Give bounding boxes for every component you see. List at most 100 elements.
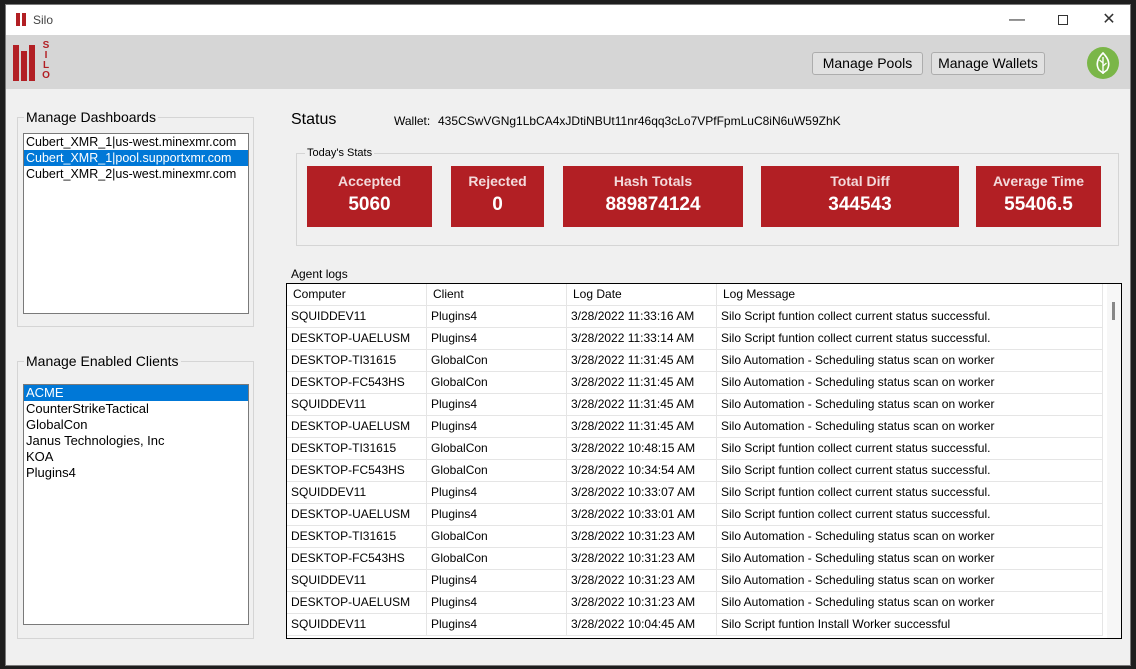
grid-scrollbar[interactable] bbox=[1107, 284, 1121, 638]
cell-log-date: 3/28/2022 11:33:16 AM bbox=[567, 306, 717, 328]
cell-client: Plugins4 bbox=[427, 416, 567, 438]
cell-client: Plugins4 bbox=[427, 570, 567, 592]
agent-logs-label: Agent logs bbox=[291, 267, 348, 281]
hash-totals-stat: Hash Totals 889874124 bbox=[563, 166, 743, 227]
table-row[interactable]: DESKTOP-TI31615 GlobalCon 3/28/2022 10:31:… bbox=[287, 526, 1107, 548]
cell-log-message: Silo Automation - Scheduling status scan… bbox=[717, 394, 1103, 416]
column-header-log-message[interactable]: Log Message bbox=[717, 284, 1103, 306]
todays-stats-label: Today's Stats bbox=[305, 147, 375, 159]
client-list-item[interactable]: Janus Technologies, Inc bbox=[24, 433, 248, 449]
average-time-stat: Average Time 55406.5 bbox=[976, 166, 1101, 227]
column-header-computer[interactable]: Computer bbox=[287, 284, 427, 306]
table-row[interactable]: SQUIDDEV11 Plugins4 3/28/2022 11:31:45 AM S… bbox=[287, 394, 1107, 416]
close-icon: ✕ bbox=[1102, 11, 1116, 28]
table-row[interactable]: SQUIDDEV11 Plugins4 3/28/2022 11:33:16 AM S… bbox=[287, 306, 1107, 328]
accepted-stat: Accepted 5060 bbox=[307, 166, 432, 227]
table-row[interactable]: DESKTOP-FC543HS GlobalCon 3/28/2022 10:31:… bbox=[287, 548, 1107, 570]
maximize-icon bbox=[1058, 14, 1068, 25]
dashboard-list-item[interactable]: Cubert_XMR_2|us-west.minexmr.com bbox=[24, 166, 248, 182]
accepted-value: 5060 bbox=[348, 194, 391, 215]
table-row[interactable]: DESKTOP-UAELUSM Plugins4 3/28/2022 10:31:2… bbox=[287, 592, 1107, 614]
grid-header: Computer Client Log Date Log Message bbox=[287, 284, 1121, 306]
agent-logs-grid[interactable]: Computer Client Log Date Log Message SQU… bbox=[286, 283, 1122, 639]
maximize-button[interactable] bbox=[1040, 5, 1086, 35]
cell-log-message: Silo Automation - Scheduling status scan… bbox=[717, 548, 1103, 570]
cell-log-message: Silo Automation - Scheduling status scan… bbox=[717, 592, 1103, 614]
cell-computer: DESKTOP-UAELUSM bbox=[287, 416, 427, 438]
scrollbar-thumb[interactable] bbox=[1112, 302, 1115, 320]
table-row[interactable]: DESKTOP-UAELUSM Plugins4 3/28/2022 11:31:4… bbox=[287, 416, 1107, 438]
clients-list[interactable]: ACME CounterStrikeTactical GlobalCon Janus … bbox=[23, 384, 249, 625]
cell-log-date: 3/28/2022 10:34:54 AM bbox=[567, 460, 717, 482]
cell-computer: DESKTOP-TI31615 bbox=[287, 350, 427, 372]
cell-log-message: Silo Automation - Scheduling status scan… bbox=[717, 570, 1103, 592]
cell-client: GlobalCon bbox=[427, 548, 567, 570]
cell-log-message: Silo Script funtion collect current stat… bbox=[717, 460, 1103, 482]
total-diff-label: Total Diff bbox=[830, 173, 890, 189]
column-header-client[interactable]: Client bbox=[427, 284, 567, 306]
cell-client: GlobalCon bbox=[427, 438, 567, 460]
cell-log-date: 3/28/2022 10:48:15 AM bbox=[567, 438, 717, 460]
cell-log-message: Silo Script funtion collect current stat… bbox=[717, 504, 1103, 526]
cell-computer: DESKTOP-UAELUSM bbox=[287, 592, 427, 614]
cell-log-message: Silo Script funtion Install Worker succe… bbox=[717, 614, 1103, 636]
leaf-icon[interactable] bbox=[1087, 47, 1119, 79]
manage-wallets-button[interactable]: Manage Wallets bbox=[931, 52, 1045, 75]
close-button[interactable]: ✕ bbox=[1086, 5, 1130, 35]
total-diff-stat: Total Diff 344543 bbox=[761, 166, 959, 227]
average-time-value: 55406.5 bbox=[1004, 194, 1073, 215]
dashboard-list-item[interactable]: Cubert_XMR_1|pool.supportxmr.com bbox=[24, 150, 248, 166]
cell-log-message: Silo Automation - Scheduling status scan… bbox=[717, 526, 1103, 548]
cell-log-message: Silo Automation - Scheduling status scan… bbox=[717, 416, 1103, 438]
status-title: Status bbox=[291, 111, 337, 128]
cell-client: GlobalCon bbox=[427, 372, 567, 394]
dashboard-list-item[interactable]: Cubert_XMR_1|us-west.minexmr.com bbox=[24, 134, 248, 150]
logo-text: SILO bbox=[42, 40, 50, 81]
client-list-item[interactable]: CounterStrikeTactical bbox=[24, 401, 248, 417]
minimize-button[interactable]: — bbox=[994, 5, 1040, 35]
manage-pools-button[interactable]: Manage Pools bbox=[812, 52, 923, 75]
table-row[interactable]: DESKTOP-UAELUSM Plugins4 3/28/2022 10:33:0… bbox=[287, 504, 1107, 526]
cell-computer: DESKTOP-UAELUSM bbox=[287, 328, 427, 350]
client-list-item[interactable]: KOA bbox=[24, 449, 248, 465]
silo-app-icon bbox=[16, 13, 26, 26]
client-list-item[interactable]: Plugins4 bbox=[24, 465, 248, 481]
rejected-label: Rejected bbox=[468, 173, 527, 189]
cell-log-message: Silo Script funtion collect current stat… bbox=[717, 482, 1103, 504]
column-header-log-date[interactable]: Log Date bbox=[567, 284, 717, 306]
table-row[interactable]: DESKTOP-UAELUSM Plugins4 3/28/2022 11:33:1… bbox=[287, 328, 1107, 350]
cell-log-date: 3/28/2022 11:31:45 AM bbox=[567, 394, 717, 416]
average-time-label: Average Time bbox=[992, 173, 1085, 189]
cell-log-date: 3/28/2022 11:31:45 AM bbox=[567, 372, 717, 394]
cell-log-date: 3/28/2022 11:31:45 AM bbox=[567, 350, 717, 372]
cell-client: Plugins4 bbox=[427, 306, 567, 328]
cell-computer: SQUIDDEV11 bbox=[287, 570, 427, 592]
title-bar: Silo — ✕ bbox=[6, 5, 1130, 35]
cell-client: Plugins4 bbox=[427, 482, 567, 504]
cell-client: GlobalCon bbox=[427, 460, 567, 482]
todays-stats-group: Today's Stats Accepted 5060 Rejected 0 H… bbox=[296, 147, 1119, 246]
table-row[interactable]: DESKTOP-FC543HS GlobalCon 3/28/2022 10:34:… bbox=[287, 460, 1107, 482]
window-title: Silo bbox=[33, 13, 54, 27]
dashboards-group-label: Manage Dashboards bbox=[24, 109, 158, 125]
cell-computer: DESKTOP-FC543HS bbox=[287, 548, 427, 570]
rejected-stat: Rejected 0 bbox=[451, 166, 544, 227]
cell-computer: SQUIDDEV11 bbox=[287, 482, 427, 504]
table-row[interactable]: DESKTOP-FC543HS GlobalCon 3/28/2022 11:31:… bbox=[287, 372, 1107, 394]
cell-log-date: 3/28/2022 10:33:07 AM bbox=[567, 482, 717, 504]
dashboards-list[interactable]: Cubert_XMR_1|us-west.minexmr.com Cubert_X… bbox=[23, 133, 249, 314]
table-row[interactable]: DESKTOP-TI31615 GlobalCon 3/28/2022 11:31:… bbox=[287, 350, 1107, 372]
client-list-item[interactable]: ACME bbox=[24, 385, 248, 401]
cell-computer: SQUIDDEV11 bbox=[287, 306, 427, 328]
cell-log-date: 3/28/2022 10:31:23 AM bbox=[567, 526, 717, 548]
cell-computer: SQUIDDEV11 bbox=[287, 614, 427, 636]
cell-log-date: 3/28/2022 10:31:23 AM bbox=[567, 548, 717, 570]
table-row[interactable]: DESKTOP-TI31615 GlobalCon 3/28/2022 10:48:… bbox=[287, 438, 1107, 460]
table-row[interactable]: SQUIDDEV11 Plugins4 3/28/2022 10:31:23 AM S… bbox=[287, 570, 1107, 592]
table-row[interactable]: SQUIDDEV11 Plugins4 3/28/2022 10:33:07 AM S… bbox=[287, 482, 1107, 504]
client-list-item[interactable]: GlobalCon bbox=[24, 417, 248, 433]
cell-log-date: 3/28/2022 10:04:45 AM bbox=[567, 614, 717, 636]
cell-log-date: 3/28/2022 11:31:45 AM bbox=[567, 416, 717, 438]
cell-log-date: 3/28/2022 11:33:14 AM bbox=[567, 328, 717, 350]
table-row[interactable]: SQUIDDEV11 Plugins4 3/28/2022 10:04:45 AM S… bbox=[287, 614, 1107, 636]
